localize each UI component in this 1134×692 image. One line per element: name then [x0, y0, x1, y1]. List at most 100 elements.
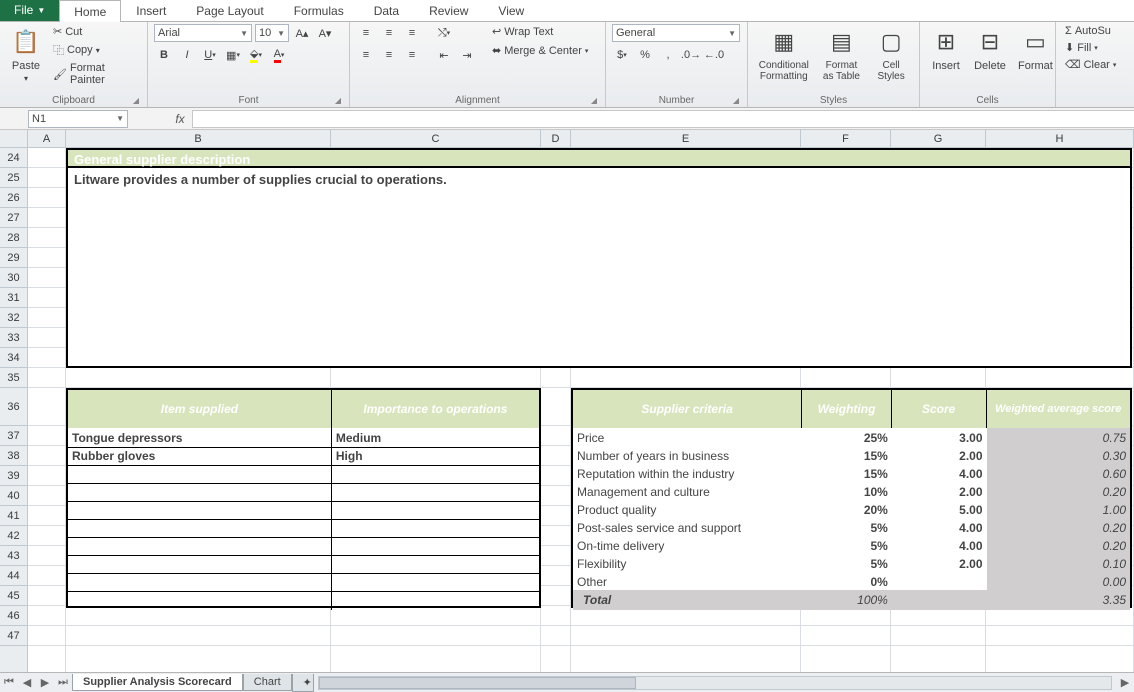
- row-header[interactable]: 43: [0, 546, 27, 566]
- underline-button[interactable]: U▾: [200, 46, 220, 64]
- criteria-weight[interactable]: 5%: [802, 536, 892, 556]
- item-importance[interactable]: [332, 554, 539, 574]
- align-bottom-button[interactable]: ≡: [402, 24, 422, 42]
- copy-button[interactable]: ⿻Copy▾: [50, 41, 141, 59]
- dialog-launcher-icon[interactable]: ◢: [733, 96, 739, 105]
- tab-home[interactable]: Home: [59, 0, 121, 22]
- item-name[interactable]: [68, 554, 332, 574]
- scrollbar-thumb[interactable]: [319, 677, 636, 689]
- criteria-wascore[interactable]: 0.75: [987, 428, 1130, 448]
- accounting-button[interactable]: $▾: [612, 46, 632, 64]
- col-header-g[interactable]: G: [891, 130, 986, 147]
- merge-center-button[interactable]: ⬌Merge & Center▾: [489, 43, 591, 58]
- row-header[interactable]: 42: [0, 526, 27, 546]
- file-tab[interactable]: File ▼: [0, 0, 59, 21]
- name-box[interactable]: N1▼: [28, 110, 128, 128]
- format-painter-button[interactable]: 🖌Format Painter: [50, 61, 141, 87]
- criteria-name[interactable]: Price: [573, 428, 802, 448]
- item-name[interactable]: [68, 572, 332, 592]
- criteria-weight[interactable]: 15%: [802, 446, 892, 466]
- item-name[interactable]: Tongue depressors: [68, 428, 332, 448]
- criteria-wascore[interactable]: 0.20: [987, 518, 1130, 538]
- item-importance[interactable]: [332, 482, 539, 502]
- criteria-wascore[interactable]: 0.20: [987, 482, 1130, 502]
- criteria-name[interactable]: Product quality: [573, 500, 802, 520]
- dialog-launcher-icon[interactable]: ◢: [335, 96, 341, 105]
- item-importance[interactable]: [332, 536, 539, 556]
- criteria-wascore[interactable]: 1.00: [987, 500, 1130, 520]
- insert-cells-button[interactable]: ⊞Insert: [926, 24, 966, 74]
- formula-input[interactable]: [192, 110, 1134, 128]
- row-header[interactable]: 33: [0, 328, 27, 348]
- row-header[interactable]: 36: [0, 388, 27, 426]
- row-header[interactable]: 45: [0, 586, 27, 606]
- tab-view[interactable]: View: [483, 0, 539, 21]
- align-left-button[interactable]: ≡: [356, 46, 376, 64]
- criteria-name[interactable]: Post-sales service and support: [573, 518, 802, 538]
- font-size-select[interactable]: 10▼: [255, 24, 289, 42]
- scroll-right-button[interactable]: ▶: [1116, 676, 1134, 689]
- wrap-text-button[interactable]: ↩Wrap Text: [489, 24, 591, 39]
- row-header[interactable]: 47: [0, 626, 27, 646]
- percent-button[interactable]: %: [635, 46, 655, 64]
- fill-button[interactable]: ⬇Fill▾: [1062, 40, 1101, 55]
- criteria-name[interactable]: Other: [573, 572, 802, 592]
- borders-button[interactable]: ▦▾: [223, 46, 243, 64]
- item-importance[interactable]: [332, 518, 539, 538]
- sheet-nav-prev[interactable]: ◀: [18, 676, 36, 689]
- align-center-button[interactable]: ≡: [379, 46, 399, 64]
- row-header[interactable]: 25: [0, 168, 27, 188]
- col-header-c[interactable]: C: [331, 130, 541, 147]
- sheet-nav-next[interactable]: ▶: [36, 676, 54, 689]
- increase-indent-button[interactable]: ⇥: [457, 46, 477, 64]
- item-name[interactable]: [68, 590, 332, 610]
- criteria-score[interactable]: 4.00: [892, 536, 987, 556]
- tab-review[interactable]: Review: [414, 0, 483, 21]
- autosum-button[interactable]: ΣAutoSu: [1062, 24, 1114, 38]
- criteria-name[interactable]: Flexibility: [573, 554, 802, 574]
- format-cells-button[interactable]: ▭Format: [1014, 24, 1057, 74]
- col-header-b[interactable]: B: [66, 130, 331, 147]
- tab-formulas[interactable]: Formulas: [279, 0, 359, 21]
- font-name-select[interactable]: Arial▼: [154, 24, 252, 42]
- comma-button[interactable]: ,: [658, 46, 678, 64]
- row-header[interactable]: 41: [0, 506, 27, 526]
- conditional-formatting-button[interactable]: ▦Conditional Formatting: [754, 24, 814, 84]
- bold-button[interactable]: B: [154, 46, 174, 64]
- item-importance[interactable]: [332, 500, 539, 520]
- item-name[interactable]: [68, 518, 332, 538]
- item-importance[interactable]: [332, 464, 539, 484]
- increase-decimal-button[interactable]: .0→: [681, 46, 701, 64]
- row-header[interactable]: 26: [0, 188, 27, 208]
- criteria-weight[interactable]: 0%: [802, 572, 892, 592]
- clear-button[interactable]: ⌫Clear▾: [1062, 57, 1119, 72]
- fill-color-button[interactable]: ⬙▾: [246, 46, 266, 64]
- fx-button[interactable]: fx: [168, 112, 192, 126]
- tab-page-layout[interactable]: Page Layout: [181, 0, 278, 21]
- delete-cells-button[interactable]: ⊟Delete: [970, 24, 1010, 74]
- col-header-e[interactable]: E: [571, 130, 801, 147]
- row-header[interactable]: 24: [0, 148, 27, 168]
- sheet-tab-active[interactable]: Supplier Analysis Scorecard: [72, 674, 243, 691]
- format-as-table-button[interactable]: ▤Format as Table: [818, 24, 866, 84]
- align-right-button[interactable]: ≡: [402, 46, 422, 64]
- criteria-weight[interactable]: 15%: [802, 464, 892, 484]
- item-importance[interactable]: High: [332, 446, 539, 466]
- col-header-d[interactable]: D: [541, 130, 571, 147]
- orientation-button[interactable]: ⤭▾: [434, 24, 454, 42]
- criteria-score[interactable]: 5.00: [892, 500, 987, 520]
- row-header[interactable]: 29: [0, 248, 27, 268]
- row-header[interactable]: 35: [0, 368, 27, 388]
- criteria-wascore[interactable]: 0.20: [987, 536, 1130, 556]
- col-header-f[interactable]: F: [801, 130, 891, 147]
- item-name[interactable]: [68, 536, 332, 556]
- row-header[interactable]: 37: [0, 426, 27, 446]
- decrease-indent-button[interactable]: ⇤: [434, 46, 454, 64]
- row-header[interactable]: 39: [0, 466, 27, 486]
- paste-button[interactable]: 📋 Paste ▾: [6, 24, 46, 85]
- sheet-tab-new[interactable]: ✦: [292, 674, 314, 692]
- criteria-wascore[interactable]: 0.30: [987, 446, 1130, 466]
- criteria-score[interactable]: 3.00: [892, 428, 987, 448]
- item-importance[interactable]: [332, 572, 539, 592]
- criteria-name[interactable]: Number of years in business: [573, 446, 802, 466]
